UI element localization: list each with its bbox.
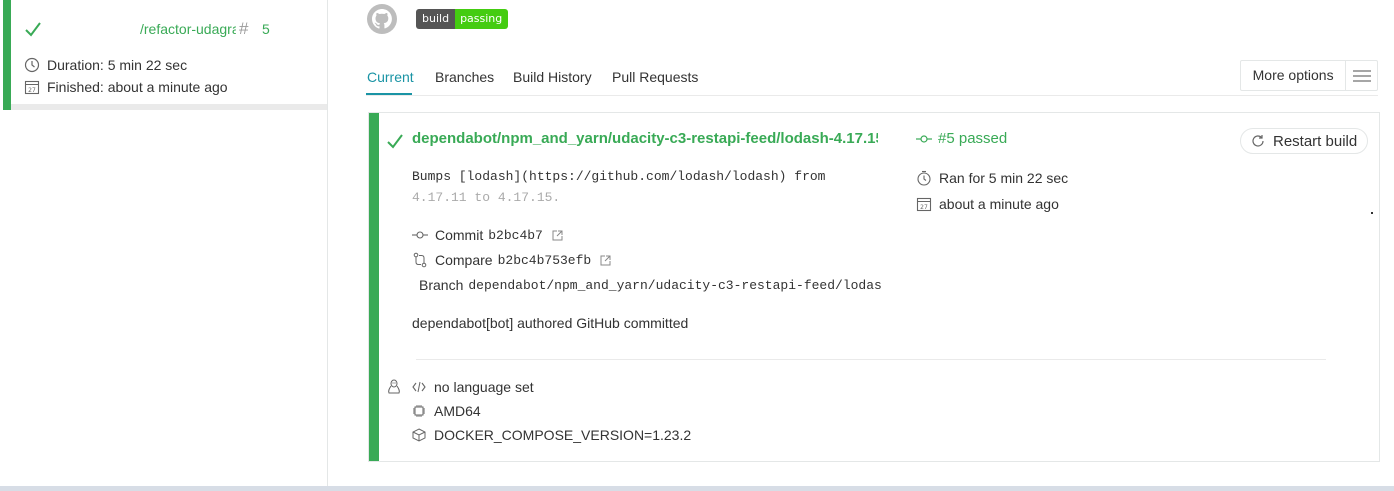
build-card: dependabot/npm_and_yarn/udacity-c3-resta…	[368, 112, 1380, 462]
window-bottom-edge	[0, 486, 1394, 491]
external-link-icon[interactable]	[552, 230, 563, 241]
sidebar-finished: 27 Finished: about a minute ago	[24, 79, 228, 95]
clock-icon	[24, 57, 40, 73]
branch-row: Branch dependabot/npm_and_yarn/udacity-c…	[412, 277, 882, 293]
svg-text:27: 27	[28, 87, 36, 94]
linux-icon	[388, 379, 400, 394]
chip-icon	[413, 405, 425, 417]
build-branch-title[interactable]: dependabot/npm_and_yarn/udacity-c3-resta…	[412, 130, 878, 147]
hash-icon: #	[239, 19, 249, 38]
badge-value: passing	[455, 9, 509, 29]
badge-label: build	[416, 9, 456, 29]
language-row: no language set	[412, 379, 534, 395]
check-icon	[25, 22, 41, 37]
more-options-button[interactable]: More options	[1240, 60, 1378, 91]
commit-row: Commit b2bc4b7	[412, 227, 563, 243]
github-icon[interactable]	[366, 3, 398, 35]
env-text: DOCKER_COMPOSE_VERSION=1.23.2	[434, 427, 692, 443]
arch-row: AMD64	[412, 403, 481, 419]
build-finished: 27 about a minute ago	[916, 196, 1059, 212]
card-divider	[416, 359, 1326, 360]
repo-tabs: Current Branches Build History Pull Requ…	[366, 60, 1378, 96]
branch-label: Branch	[419, 277, 464, 293]
stopwatch-icon	[917, 170, 931, 186]
sidebar-build-number[interactable]: 5	[262, 21, 270, 37]
restart-icon	[1252, 135, 1264, 147]
tab-active-underline	[366, 93, 412, 95]
sidebar-duration: Duration: 5 min 22 sec	[24, 57, 187, 73]
compare-hash[interactable]: b2bc4b753efb	[498, 253, 592, 268]
commit-label: Commit	[435, 227, 484, 243]
compare-row: Compare b2bc4b753efb	[412, 252, 611, 268]
more-options-label[interactable]: More options	[1241, 61, 1347, 90]
tab-build-history[interactable]: Build History	[513, 69, 592, 85]
calendar-icon: 27	[916, 197, 932, 212]
svg-text:27: 27	[920, 204, 928, 211]
commit-icon	[916, 134, 932, 143]
commit-message-line-2: 4.17.11 to 4.17.15.	[412, 190, 561, 205]
build-duration: Ran for 5 min 22 sec	[916, 170, 1068, 186]
sidebar-duration-text: Duration: 5 min 22 sec	[47, 57, 188, 73]
build-duration-text: Ran for 5 min 22 sec	[939, 170, 1069, 186]
box-icon	[412, 428, 426, 442]
commit-icon	[412, 231, 428, 239]
build-finished-text: about a minute ago	[939, 196, 1059, 212]
branch-value[interactable]: dependabot/npm_and_yarn/udacity-c3-resta…	[468, 278, 882, 293]
tab-branches[interactable]: Branches	[435, 69, 494, 85]
hamburger-icon[interactable]	[1346, 61, 1377, 90]
sidebar-status-bar	[3, 0, 11, 110]
build-status: #5 passed	[916, 130, 1007, 147]
build-status-text: #5 passed	[938, 130, 1008, 147]
code-icon	[412, 381, 426, 393]
language-text: no language set	[434, 379, 534, 395]
env-row: DOCKER_COMPOSE_VERSION=1.23.2	[412, 427, 691, 443]
build-sidebar: /refactor-udagram # 5 Duration: 5 min 22…	[0, 0, 328, 487]
tab-pull-requests[interactable]: Pull Requests	[612, 69, 698, 85]
restart-build-label[interactable]: Restart build	[1273, 133, 1357, 150]
commit-message-line-1: Bumps [lodash](https://github.com/lodash…	[412, 169, 826, 184]
restart-build-button[interactable]: Restart build	[1240, 128, 1368, 154]
tab-current[interactable]: Current	[367, 69, 414, 85]
sidebar-finished-text: Finished: about a minute ago	[47, 79, 228, 95]
stray-dot	[1371, 212, 1373, 214]
commit-message: Bumps [lodash](https://github.com/lodash…	[412, 166, 878, 208]
arch-text: AMD64	[434, 403, 481, 419]
check-icon	[387, 134, 403, 149]
author-line: dependabot[bot] authored GitHub committe…	[412, 315, 689, 331]
calendar-icon: 27	[24, 80, 40, 95]
build-status-bar	[369, 113, 379, 461]
commit-hash[interactable]: b2bc4b7	[488, 228, 543, 243]
external-link-icon[interactable]	[600, 255, 611, 266]
sidebar-branch-name[interactable]: /refactor-udagram	[140, 21, 236, 37]
compare-label: Compare	[435, 252, 493, 268]
compare-icon	[413, 252, 427, 268]
build-status-badge[interactable]: build passing	[416, 9, 509, 29]
